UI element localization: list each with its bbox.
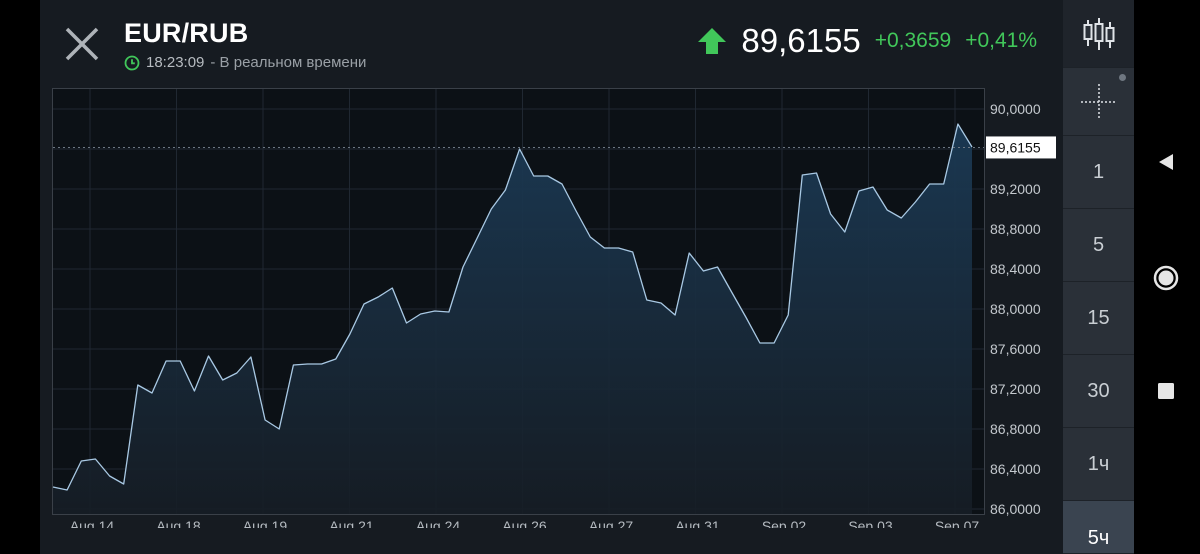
x-tick-label: Aug 26 <box>502 518 547 528</box>
y-tick-label: 87,6000 <box>990 341 1041 357</box>
current-price: 89,6155 <box>741 22 861 59</box>
x-tick-label: Sep 07 <box>935 518 980 528</box>
y-axis: 90,000089,600089,200088,800088,400088,00… <box>986 101 1056 517</box>
chart-type-button[interactable] <box>1063 0 1134 68</box>
y-tick-label: 86,4000 <box>990 461 1041 477</box>
x-tick-label: Aug 18 <box>156 518 201 528</box>
close-icon <box>65 27 99 61</box>
timeframe-1h[interactable]: 1ч <box>1063 428 1134 501</box>
timeframe-30m[interactable]: 30 <box>1063 355 1134 428</box>
timeframe-5m[interactable]: 5 <box>1063 209 1134 282</box>
crosshair-button[interactable] <box>1063 68 1134 136</box>
timeframe-5h[interactable]: 5ч <box>1063 501 1134 554</box>
symbol-title: EUR/RUB <box>124 18 249 48</box>
candlestick-icon <box>1083 17 1114 50</box>
timeframe-15m[interactable]: 15 <box>1063 282 1134 355</box>
y-tick-label: 87,2000 <box>990 381 1041 397</box>
x-tick-label: Sep 03 <box>848 518 893 528</box>
current-price-tag-label: 89,6155 <box>990 139 1041 155</box>
x-tick-label: Aug 24 <box>416 518 461 528</box>
x-tick-label: Aug 27 <box>589 518 634 528</box>
update-status: 18:23:09 - В реальном времени <box>124 54 366 71</box>
y-tick-label: 88,0000 <box>990 301 1041 317</box>
arrow-up-icon <box>698 28 727 54</box>
y-tick-label: 90,0000 <box>990 101 1041 117</box>
x-tick-label: Sep 02 <box>762 518 807 528</box>
realtime-label: - В реальном времени <box>210 54 367 71</box>
recents-square-icon[interactable] <box>1157 382 1175 400</box>
chart-toolbar: 1 5 15 30 1ч 5ч <box>1063 0 1134 554</box>
system-nav-bar <box>1134 0 1200 554</box>
clock-icon <box>124 55 140 70</box>
left-edge <box>0 0 40 554</box>
x-tick-label: Aug 14 <box>70 518 115 528</box>
price-change-percent: +0,41% <box>965 29 1037 52</box>
x-tick-label: Aug 31 <box>675 518 720 528</box>
x-tick-label: Aug 19 <box>243 518 288 528</box>
crosshair-indicator-dot <box>1119 74 1126 81</box>
y-tick-label: 86,8000 <box>990 421 1041 437</box>
price-change-absolute: +0,3659 <box>874 29 952 52</box>
price-chart-svg: Aug 14 Aug 18 Aug 19 Aug 21 Aug 24 Aug 26 Aug … <box>52 88 985 534</box>
quote-summary: 89,6155 +0,3659 +0,41% <box>697 22 1037 60</box>
y-tick-label: 88,4000 <box>990 261 1041 277</box>
price-chart[interactable]: Aug 14 Aug 18 Aug 19 Aug 21 Aug 24 Aug 26 Aug … <box>52 88 986 534</box>
y-tick-label: 89,2000 <box>990 181 1041 197</box>
back-triangle-icon[interactable] <box>1156 152 1176 172</box>
y-tick-label: 86,0000 <box>990 501 1041 517</box>
home-circle-icon[interactable] <box>1152 264 1180 292</box>
update-time: 18:23:09 <box>146 54 205 71</box>
y-tick-label: 88,8000 <box>990 221 1041 237</box>
x-tick-label: Aug 21 <box>329 518 374 528</box>
timeframe-1m[interactable]: 1 <box>1063 136 1134 209</box>
close-button[interactable] <box>62 24 102 64</box>
crosshair-icon <box>1080 83 1117 120</box>
